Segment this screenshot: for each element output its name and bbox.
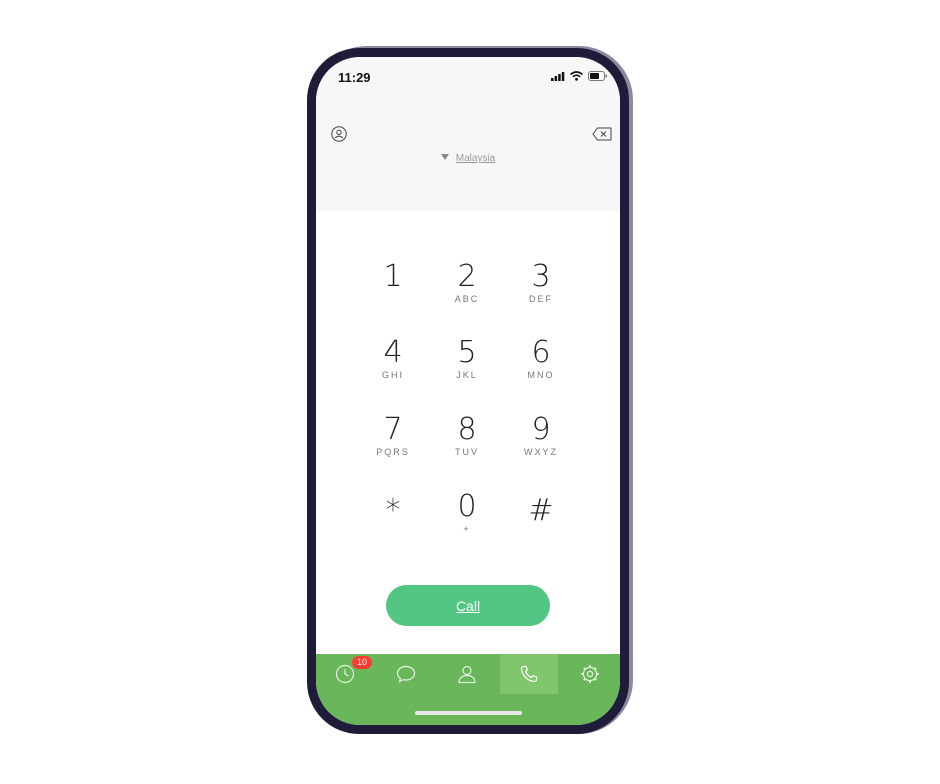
status-icons	[551, 71, 608, 81]
key-digit: *	[385, 493, 401, 528]
keypad-key-7[interactable]: 7 PQRS	[363, 412, 423, 458]
key-digit: 3	[531, 259, 551, 294]
key-digit: 1	[383, 259, 403, 294]
recents-badge: 10	[352, 656, 372, 669]
signal-icon	[551, 71, 565, 81]
key-digit: 4	[383, 335, 403, 370]
chat-bubble-icon	[396, 665, 416, 683]
tab-messages[interactable]	[377, 654, 435, 694]
keypad-key-star[interactable]: *	[363, 496, 423, 528]
dialer-header: 11:29 Malaysia	[316, 57, 620, 211]
country-selector[interactable]: Malaysia	[316, 153, 620, 164]
tab-recents[interactable]: 10	[316, 654, 374, 694]
phone-icon	[520, 665, 538, 683]
keypad-key-3[interactable]: 3 DEF	[511, 259, 571, 305]
tab-dialer[interactable]	[500, 654, 558, 694]
key-letters: WXYZ	[524, 447, 558, 457]
key-letters: TUV	[455, 447, 479, 457]
tab-bar: 10	[316, 654, 620, 725]
keypad-key-1[interactable]: 1	[363, 262, 423, 294]
key-digit: 9	[531, 412, 551, 447]
keypad-key-2[interactable]: 2 ABC	[437, 259, 497, 305]
key-digit: 6	[531, 335, 551, 370]
key-letters: ABC	[454, 294, 480, 304]
keypad-key-5[interactable]: 5 JKL	[437, 335, 497, 381]
battery-icon	[588, 71, 607, 81]
keypad-key-hash[interactable]: #	[511, 496, 571, 528]
keypad-key-4[interactable]: 4 GHI	[363, 335, 423, 381]
gear-icon	[581, 665, 599, 683]
phone-screen: 11:29 Malaysia 1 2 ABC 3 DEF 4 GHI 5 JKL…	[316, 57, 620, 725]
tab-settings[interactable]	[561, 654, 619, 694]
key-digit: 8	[457, 412, 477, 447]
wifi-icon	[570, 71, 583, 81]
key-digit: 7	[383, 412, 403, 447]
backspace-icon[interactable]	[592, 127, 612, 141]
person-icon	[458, 665, 476, 684]
status-time: 11:29	[338, 70, 371, 85]
country-name[interactable]: Malaysia	[456, 153, 495, 164]
key-digit: #	[528, 493, 554, 528]
key-digit: 5	[457, 335, 477, 370]
call-button[interactable]: Call	[386, 585, 550, 626]
key-letters: +	[463, 524, 471, 534]
key-letters: PQRS	[376, 447, 410, 457]
contact-picker-button[interactable]	[331, 126, 347, 142]
phone-frame: 11:29 Malaysia 1 2 ABC 3 DEF 4 GHI 5 JKL…	[307, 48, 629, 734]
home-indicator[interactable]	[415, 711, 522, 715]
key-digit: 2	[457, 259, 477, 294]
key-letters: GHI	[381, 370, 404, 380]
key-letters: JKL	[456, 370, 478, 380]
dropdown-triangle-icon	[440, 154, 449, 160]
key-letters: DEF	[529, 294, 553, 304]
key-letters: MNO	[527, 370, 555, 380]
keypad-key-6[interactable]: 6 MNO	[511, 335, 571, 381]
keypad-key-9[interactable]: 9 WXYZ	[511, 412, 571, 458]
clock-icon	[335, 664, 355, 684]
keypad-key-0[interactable]: 0 +	[437, 489, 497, 535]
tab-contacts[interactable]	[438, 654, 496, 694]
keypad-key-8[interactable]: 8 TUV	[437, 412, 497, 458]
key-digit: 0	[457, 489, 477, 524]
